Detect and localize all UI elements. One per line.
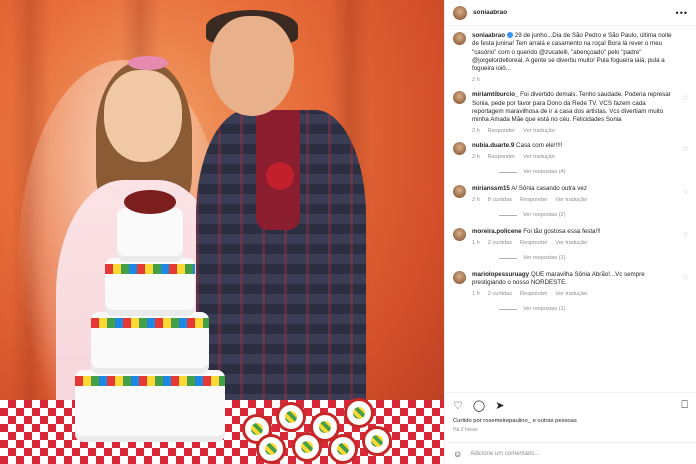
liked-by[interactable]: Curtido por rosemeirepaulino_ e outras p… <box>453 418 688 424</box>
avatar[interactable] <box>453 228 466 242</box>
comment-username[interactable]: miriamtiburcio_ <box>472 91 518 98</box>
reply-button[interactable]: Responder <box>520 197 547 205</box>
reply-button[interactable]: Responder <box>488 154 515 162</box>
comment-list[interactable]: soniaabrao 29 de junho...Dia de São Pedr… <box>445 26 696 388</box>
comment-username[interactable]: mariolopessuruagy <box>472 271 529 278</box>
view-replies[interactable]: Ver respostas (1) <box>499 255 688 261</box>
reply-button[interactable]: Responder <box>520 291 547 299</box>
avatar[interactable] <box>453 91 466 105</box>
translate-link[interactable]: Ver tradução <box>523 128 555 136</box>
comment-text: Casa com ele!!!!! <box>516 142 563 150</box>
reply-button[interactable]: Responder <box>488 128 515 136</box>
avatar[interactable] <box>453 271 466 285</box>
comment-username[interactable]: nubia.duarte.9 <box>472 142 514 149</box>
heart-icon[interactable]: ♡ <box>683 232 688 239</box>
translate-link[interactable]: Ver tradução <box>555 240 587 248</box>
view-replies[interactable]: Ver respostas (4) <box>499 169 688 175</box>
comment: miriamtiburcio_ Foi divertido demais. Te… <box>453 91 688 135</box>
comment-age: 2 h <box>472 153 480 160</box>
caption-username[interactable]: soniaabrao <box>472 32 505 39</box>
like-count[interactable]: 2 curtidas <box>488 291 512 299</box>
cake-pops <box>236 364 396 464</box>
comment-icon[interactable]: ◯ <box>473 399 485 412</box>
avatar[interactable] <box>453 185 466 199</box>
avatar[interactable] <box>453 5 467 20</box>
post-photo[interactable] <box>0 0 444 464</box>
comment-text: A/ Sônia casando outra vez <box>511 185 587 193</box>
heart-icon[interactable]: ♡ <box>683 146 688 153</box>
heart-icon[interactable]: ♡ <box>683 189 688 196</box>
post-actions: ♡ ◯ ➤ ⎕ Curtido por rosemeirepaulino_ e … <box>445 392 696 433</box>
avatar[interactable] <box>453 32 466 45</box>
comment: mariolopessuruagy QUE maravilha Sônia Ab… <box>453 271 688 298</box>
comment: moreira.policene Foi tão gostosa essa fe… <box>453 228 688 247</box>
post-header: soniaabrao ••• <box>445 0 696 26</box>
instagram-post: soniaabrao ••• soniaabrao 29 de junho...… <box>0 0 696 464</box>
verified-icon <box>507 32 514 39</box>
wedding-cake <box>70 190 230 442</box>
tiara <box>128 56 168 70</box>
boutonniere <box>266 162 294 190</box>
comment-age: 1 h <box>472 290 480 297</box>
reply-button[interactable]: Responder <box>520 240 547 248</box>
author-username[interactable]: soniaabrao <box>473 9 507 16</box>
translate-link[interactable]: Ver tradução <box>523 154 555 162</box>
comments-panel: soniaabrao ••• soniaabrao 29 de junho...… <box>444 0 696 464</box>
avatar[interactable] <box>453 142 466 156</box>
translate-link[interactable]: Ver tradução <box>555 291 587 299</box>
caption-age: 2 h <box>472 76 480 83</box>
view-replies[interactable]: Ver respostas (1) <box>499 306 688 312</box>
comment: nubia.duarte.9 Casa com ele!!!!! 2 h Res… <box>453 142 688 161</box>
comment-age: 2 h <box>472 196 480 203</box>
comment-age: 1 h <box>472 239 480 246</box>
add-comment-bar: ☺ Adicione um comentário... <box>445 442 696 464</box>
comment-age: 2 h <box>472 127 480 134</box>
like-count[interactable]: 8 curtidas <box>488 197 512 205</box>
share-icon[interactable]: ➤ <box>495 399 504 412</box>
translate-link[interactable]: Ver tradução <box>555 197 587 205</box>
emoji-icon[interactable]: ☺ <box>453 449 462 459</box>
add-comment-input[interactable]: Adicione um comentário... <box>470 451 539 457</box>
more-icon[interactable]: ••• <box>676 8 688 18</box>
heart-icon[interactable]: ♡ <box>683 95 688 102</box>
bookmark-icon[interactable]: ⎕ <box>681 399 688 412</box>
comment-username[interactable]: moreira.policene <box>472 228 522 235</box>
comment: mirianssm15 A/ Sônia casando outra vez 2… <box>453 185 688 204</box>
comment-username[interactable]: mirianssm15 <box>472 185 510 192</box>
bride-face <box>104 70 182 162</box>
caption: soniaabrao 29 de junho...Dia de São Pedr… <box>453 32 688 84</box>
heart-icon[interactable]: ♡ <box>453 399 463 412</box>
post-time: Há 2 horas <box>453 427 478 433</box>
view-replies[interactable]: Ver respostas (2) <box>499 212 688 218</box>
groom-face <box>210 16 294 116</box>
heart-icon[interactable]: ♡ <box>683 275 688 282</box>
comment-text: Foi tão gostosa essa festa!!! <box>523 228 601 236</box>
like-count[interactable]: 2 curtidas <box>488 240 512 248</box>
